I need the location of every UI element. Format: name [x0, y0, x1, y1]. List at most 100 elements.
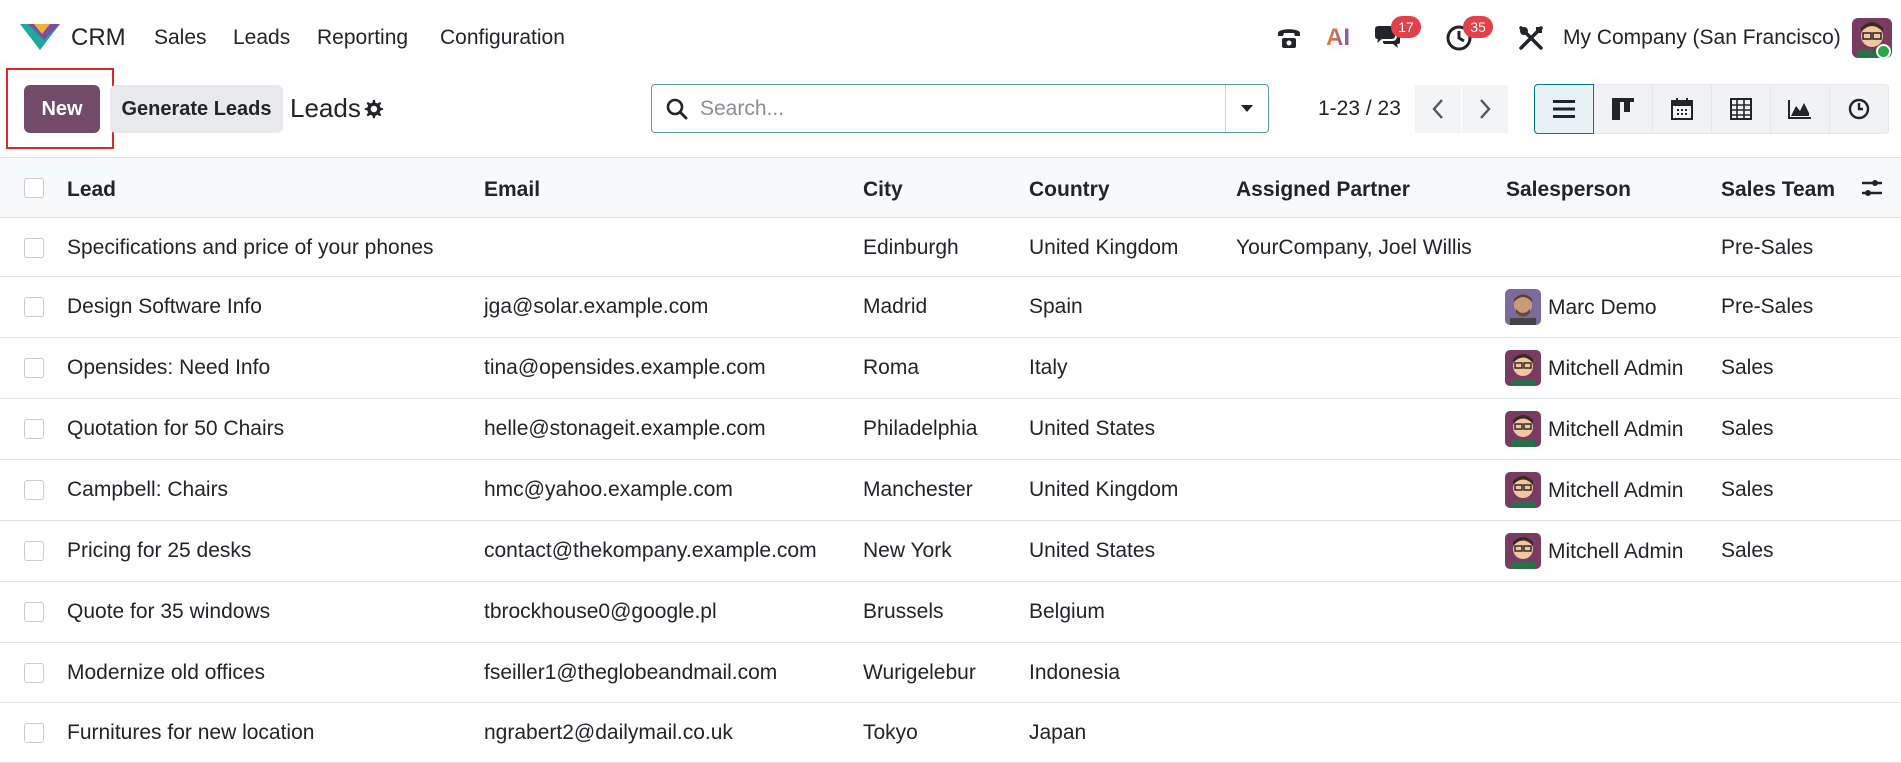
column-header-email[interactable]: Email	[484, 178, 540, 202]
row-checkbox[interactable]	[24, 602, 44, 622]
salesperson-avatar	[1505, 472, 1541, 508]
table-row[interactable]: Quote for 35 windows tbrockhouse0@google.…	[0, 582, 1901, 643]
cell-lead: Pricing for 25 desks	[67, 539, 252, 562]
cell-lead: Opensides: Need Info	[67, 356, 271, 379]
row-checkbox[interactable]	[24, 419, 44, 439]
cell-salesperson: Mitchell Admin	[1548, 418, 1684, 441]
pager-next-button[interactable]	[1462, 85, 1508, 133]
highlight-annotation	[6, 68, 114, 149]
gear-icon[interactable]	[362, 98, 384, 120]
row-checkbox[interactable]	[24, 663, 44, 683]
cell-city: Madrid	[863, 295, 928, 318]
cell-sales-team: Sales	[1721, 417, 1774, 440]
crm-logo-icon[interactable]	[20, 22, 60, 52]
row-checkbox[interactable]	[24, 358, 44, 378]
cell-email: helle@stonageit.example.com	[484, 417, 766, 440]
column-header-assigned-partner[interactable]: Assigned Partner	[1236, 178, 1410, 202]
cell-lead: Design Software Info	[67, 295, 262, 318]
table-row[interactable]: Quotation for 50 Chairs helle@stonageit.e…	[0, 399, 1901, 460]
cell-salesperson: Mitchell Admin	[1548, 479, 1684, 502]
cell-country: Belgium	[1029, 600, 1105, 623]
messages-icon[interactable]: 17	[1371, 16, 1421, 54]
cell-country: Japan	[1029, 721, 1087, 744]
cell-city: Wurigelebur	[863, 661, 976, 684]
column-header-city[interactable]: City	[863, 178, 903, 202]
table-body: Specifications and price of your phones E…	[0, 218, 1901, 763]
table-row[interactable]: Modernize old offices fseiller1@theglobea…	[0, 643, 1901, 703]
salesperson-avatar	[1505, 411, 1541, 447]
view-switcher	[1534, 84, 1889, 134]
cell-sales-team: Sales	[1721, 356, 1774, 379]
top-navbar: CRM Sales Leads Reporting Configuration …	[0, 0, 1901, 76]
generate-leads-button[interactable]: Generate Leads	[110, 85, 283, 133]
menu-configuration[interactable]: Configuration	[440, 26, 565, 50]
search-options-toggle[interactable]	[1226, 85, 1268, 132]
menu-sales[interactable]: Sales	[154, 26, 207, 50]
cell-city: New York	[863, 539, 952, 562]
cell-lead: Quotation for 50 Chairs	[67, 417, 285, 440]
cell-country: United Kingdom	[1029, 236, 1179, 259]
cell-city: Manchester	[863, 478, 973, 501]
table-row[interactable]: Furnitures for new location ngrabert2@dai…	[0, 703, 1901, 763]
kanban-view-button[interactable]	[1593, 84, 1653, 134]
table-header: Lead Email City Country Assigned Partner…	[0, 157, 1901, 218]
row-checkbox[interactable]	[24, 723, 44, 743]
ai-icon[interactable]: AI	[1322, 22, 1354, 54]
column-header-sales-team[interactable]: Sales Team	[1721, 178, 1835, 202]
activity-view-button[interactable]	[1829, 84, 1889, 134]
cell-country: United Kingdom	[1029, 478, 1179, 501]
table-row[interactable]: Opensides: Need Info tina@opensides.examp…	[0, 338, 1901, 399]
cell-email: contact@thekompany.example.com	[484, 539, 817, 562]
table-row[interactable]: Campbell: Chairs hmc@yahoo.example.com Man…	[0, 460, 1901, 521]
kanban-icon	[1612, 98, 1634, 120]
app-name[interactable]: CRM	[71, 24, 126, 52]
table-row[interactable]: Design Software Info jga@solar.example.co…	[0, 277, 1901, 338]
menu-leads[interactable]: Leads	[233, 26, 290, 50]
cell-city: Roma	[863, 356, 920, 379]
calendar-view-button[interactable]	[1652, 84, 1712, 134]
cell-country: Indonesia	[1029, 661, 1121, 684]
activities-icon[interactable]: 35	[1443, 16, 1493, 54]
cell-assigned-partner: YourCompany, Joel Willis	[1236, 236, 1472, 259]
select-all-checkbox[interactable]	[24, 178, 44, 198]
cell-sales-team: Pre-Sales	[1721, 295, 1814, 318]
cell-lead: Furnitures for new location	[67, 721, 315, 744]
tools-icon[interactable]	[1515, 22, 1547, 54]
column-header-lead[interactable]: Lead	[67, 178, 116, 202]
pager-previous-button[interactable]	[1415, 85, 1461, 133]
pivot-view-button[interactable]	[1711, 84, 1771, 134]
row-checkbox[interactable]	[24, 297, 44, 317]
menu-reporting[interactable]: Reporting	[317, 26, 408, 50]
search-bar	[651, 84, 1269, 133]
list-view-button[interactable]	[1534, 84, 1594, 134]
caret-down-icon	[1241, 104, 1253, 112]
cell-email: hmc@yahoo.example.com	[484, 478, 733, 501]
row-checkbox[interactable]	[24, 541, 44, 561]
cell-email: ngrabert2@dailymail.co.uk	[484, 721, 733, 744]
row-checkbox[interactable]	[24, 238, 44, 258]
row-checkbox[interactable]	[24, 480, 44, 500]
column-header-salesperson[interactable]: Salesperson	[1506, 178, 1631, 202]
salesperson-avatar	[1505, 533, 1541, 569]
area-chart-icon	[1788, 100, 1811, 119]
cell-city: Tokyo	[863, 721, 918, 744]
phone-icon[interactable]	[1273, 22, 1305, 54]
clock-icon	[1848, 98, 1870, 120]
pager-value[interactable]: 1-23 / 23	[1318, 97, 1401, 121]
company-switcher[interactable]: My Company (San Francisco)	[1563, 26, 1841, 50]
search-input[interactable]	[700, 93, 1200, 125]
chevron-left-icon	[1432, 99, 1443, 119]
column-header-country[interactable]: Country	[1029, 178, 1110, 202]
table-row[interactable]: Specifications and price of your phones E…	[0, 218, 1901, 277]
cell-country: United States	[1029, 539, 1156, 562]
cell-city: Edinburgh	[863, 236, 959, 259]
cell-lead: Campbell: Chairs	[67, 478, 229, 501]
cell-lead: Specifications and price of your phones	[67, 236, 434, 259]
cell-sales-team: Sales	[1721, 539, 1774, 562]
cell-city: Brussels	[863, 600, 944, 623]
graph-view-button[interactable]	[1770, 84, 1830, 134]
table-row[interactable]: Pricing for 25 desks contact@thekompany.e…	[0, 521, 1901, 582]
cell-email: fseiller1@theglobeandmail.com	[484, 661, 778, 684]
column-settings-icon[interactable]	[1860, 176, 1884, 200]
cell-sales-team: Pre-Sales	[1721, 236, 1814, 259]
